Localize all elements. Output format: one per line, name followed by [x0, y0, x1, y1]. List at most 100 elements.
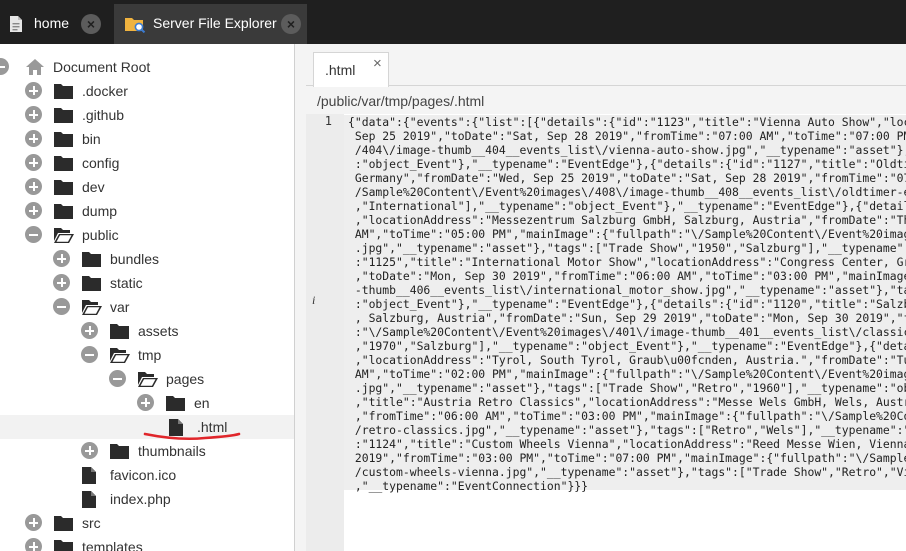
tree-item-label: src [82, 515, 101, 531]
tree-item-label: dump [82, 203, 118, 219]
tree-item-label: config [82, 155, 120, 171]
folder-icon [54, 515, 73, 536]
top-tab-bar: home × Server File Explorer × [0, 0, 906, 44]
tree-item[interactable]: bundles [0, 247, 294, 272]
code-line: Sep 25 2019","toDate":"Sat, Sep 28 2019"… [348, 129, 906, 143]
folder-open-icon [82, 299, 102, 320]
collapse-icon[interactable] [53, 298, 70, 315]
tree-item[interactable]: dev [0, 175, 294, 200]
tree-item[interactable]: static [0, 271, 294, 296]
file-icon [82, 467, 96, 489]
tab-server-file-explorer-close-icon[interactable]: × [281, 14, 301, 34]
folder-icon [54, 179, 73, 200]
home-icon [25, 58, 45, 81]
tab-home[interactable]: home × [0, 4, 111, 44]
code-line: -thumb__406__events_list\/international_… [348, 283, 906, 297]
tree-item[interactable]: Document Root [0, 55, 294, 81]
tree-item[interactable]: var [0, 295, 294, 320]
folder-open-icon [110, 347, 130, 368]
tree-item-label: bundles [110, 251, 160, 267]
tree-item[interactable]: public [0, 223, 294, 248]
code-line: ,"International"],"__typename":"object_E… [348, 199, 906, 213]
code-content[interactable]: {"data":{"events":{"list":[{"details":{"… [348, 115, 906, 493]
folder-icon [82, 275, 101, 296]
tree-item-label: dev [82, 179, 105, 195]
tree-item[interactable]: tmp [0, 343, 294, 368]
tree-item-label: pages [166, 371, 205, 387]
file-tab-strip: .html × [306, 44, 906, 87]
file-tab-label: .html [325, 62, 356, 78]
folder-icon [82, 251, 101, 272]
code-line: :"object_Event"},"__typename":"EventEdge… [348, 297, 906, 311]
tree-item[interactable]: favicon.ico [0, 463, 294, 489]
expand-icon[interactable] [53, 250, 70, 267]
tree-item[interactable]: .github [0, 103, 294, 128]
tab-home-label: home [34, 15, 70, 31]
tree-item[interactable]: assets [0, 319, 294, 343]
code-editor[interactable]: 1 i {"data":{"events":{"list":[{"details… [306, 114, 906, 551]
code-line: /404\/image-thumb__404__events_list\/vie… [348, 143, 906, 157]
expand-icon[interactable] [25, 130, 42, 147]
tree-item[interactable]: templates [0, 535, 294, 551]
tab-home-close-icon[interactable]: × [81, 14, 101, 34]
tab-server-file-explorer-label: Server File Explorer [153, 15, 277, 31]
tree-item-label: .github [82, 107, 125, 123]
tree-item-label: public [82, 227, 119, 243]
line-number: 1 [324, 114, 332, 128]
expand-icon[interactable] [25, 106, 42, 123]
folder-icon [54, 131, 73, 152]
collapse-icon[interactable] [81, 346, 98, 363]
code-line: ,"__typename":"EventConnection"}}} [348, 479, 589, 493]
folder-icon [54, 107, 73, 128]
expand-icon[interactable] [137, 394, 154, 411]
tree-item[interactable]: .docker [0, 79, 294, 103]
code-line: {"data":{"events":{"list":[{"details":{"… [348, 115, 906, 129]
collapse-icon[interactable] [109, 370, 126, 387]
expand-icon[interactable] [53, 274, 70, 291]
expand-icon[interactable] [81, 442, 98, 459]
tree-item[interactable]: config [0, 151, 294, 176]
tree-item-label: index.php [110, 491, 171, 507]
expand-icon[interactable] [25, 178, 42, 195]
file-icon [9, 15, 23, 36]
tab-server-file-explorer[interactable]: Server File Explorer × [114, 4, 307, 44]
tree-item-label: bin [82, 131, 101, 147]
code-line: :"\/Sample%20Content\/Event%20images\/40… [348, 325, 906, 339]
file-tab-html[interactable]: .html × [313, 52, 389, 87]
tree-item-label: favicon.ico [110, 467, 177, 483]
folder-icon [54, 155, 73, 176]
file-icon [82, 491, 96, 513]
collapse-icon[interactable] [0, 58, 9, 75]
tree-item-label: tmp [138, 347, 162, 363]
tree-item[interactable]: index.php [0, 487, 294, 513]
folder-open-icon [54, 227, 74, 248]
code-line: /retro-classics.jpg","__typename":"asset… [348, 423, 906, 437]
code-line: Germany","fromDate":"Wed, Sep 25 2019","… [348, 171, 906, 185]
tree-item[interactable]: en [0, 391, 294, 416]
folder-icon [166, 395, 185, 416]
tree-item-label: var [110, 299, 130, 315]
code-line: /Sample%20Content\/Event%20images\/408\/… [348, 185, 906, 199]
tree-item[interactable]: bin [0, 127, 294, 152]
expand-icon[interactable] [25, 514, 42, 531]
code-line: ,"fromTime":"06:00 AM","toTime":"03:00 P… [348, 409, 906, 423]
expand-icon[interactable] [25, 202, 42, 219]
tree-item[interactable]: dump [0, 199, 294, 224]
code-line: ,"toDate":"Mon, Sep 30 2019","fromTime":… [348, 269, 906, 283]
folder-icon [54, 203, 73, 224]
code-line: , Salzburg, Austria","fromDate":"Sun, Se… [348, 311, 906, 325]
collapse-icon[interactable] [25, 226, 42, 243]
tree-item-label: assets [138, 323, 179, 339]
file-tab-close-icon[interactable]: × [373, 55, 382, 72]
tree-item-label: templates [82, 539, 143, 551]
tree-item[interactable]: src [0, 511, 294, 536]
expand-icon[interactable] [25, 538, 42, 551]
tree-item[interactable]: pages [0, 367, 294, 391]
app-window: home × Server File Explorer × Document R… [0, 0, 906, 551]
tree-item-label: thumbnails [138, 443, 206, 459]
file-tree: Document Root .docker .github bin config dev d… [0, 44, 295, 551]
expand-icon[interactable] [25, 154, 42, 171]
expand-icon[interactable] [25, 82, 42, 99]
line-gutter: 1 i [306, 114, 344, 551]
expand-icon[interactable] [81, 322, 98, 339]
